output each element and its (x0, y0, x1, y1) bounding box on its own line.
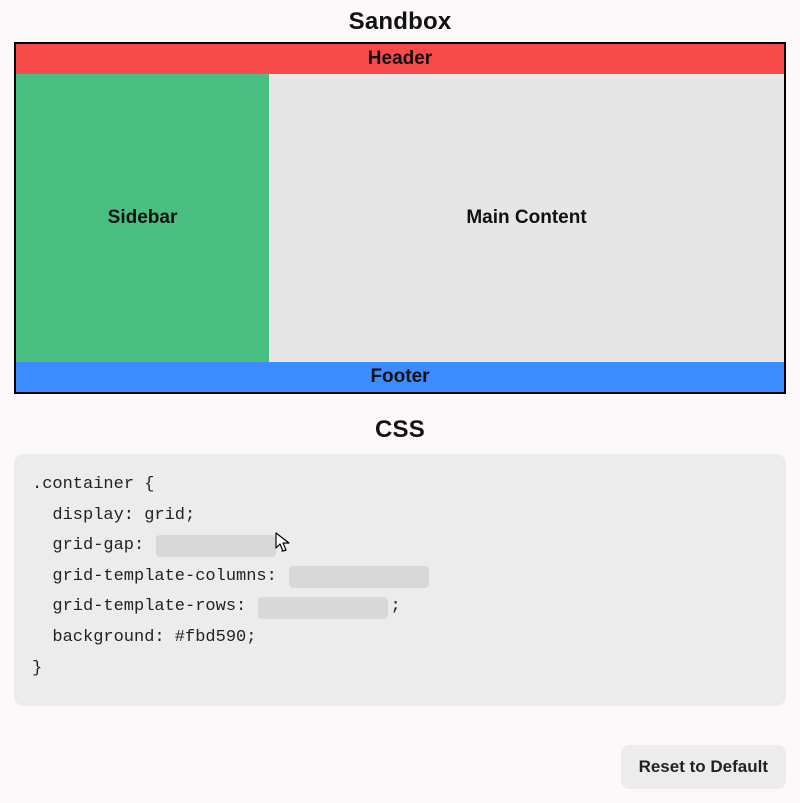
code-text: ; (390, 592, 400, 623)
code-text: display: grid; (52, 501, 195, 532)
sandbox-footer-region: Footer (16, 362, 784, 392)
grid-template-rows-input[interactable] (258, 597, 388, 619)
sandbox-container: Header Sidebar Main Content Footer (14, 42, 786, 394)
code-text: } (32, 654, 42, 685)
sandbox-main-region: Main Content (269, 74, 784, 362)
code-line-background: background: #fbd590; (32, 623, 768, 654)
css-editor-panel: .container { display: grid; grid-gap: ; … (14, 454, 786, 706)
code-line-grid-template-columns: grid-template-columns: (32, 562, 768, 593)
code-text: grid-gap: (52, 531, 154, 562)
code-text: .container { (32, 470, 154, 501)
code-text: background: #fbd590; (52, 623, 256, 654)
sandbox-title: Sandbox (0, 8, 800, 36)
code-text: ; (278, 531, 288, 562)
grid-gap-input[interactable] (156, 535, 276, 557)
reset-button[interactable]: Reset to Default (621, 745, 786, 789)
code-line-grid-gap: grid-gap: ; (32, 531, 768, 562)
code-line-display: display: grid; (32, 501, 768, 532)
grid-template-columns-input[interactable] (289, 566, 429, 588)
code-line-grid-template-rows: grid-template-rows: ; (32, 592, 768, 623)
code-line-selector-close: } (32, 654, 768, 685)
code-text: grid-template-rows: (52, 592, 256, 623)
sandbox-header-region: Header (16, 44, 784, 74)
css-title: CSS (0, 416, 800, 444)
code-line-selector-open: .container { (32, 470, 768, 501)
sandbox-sidebar-region: Sidebar (16, 74, 269, 362)
code-text: grid-template-columns: (52, 562, 287, 593)
